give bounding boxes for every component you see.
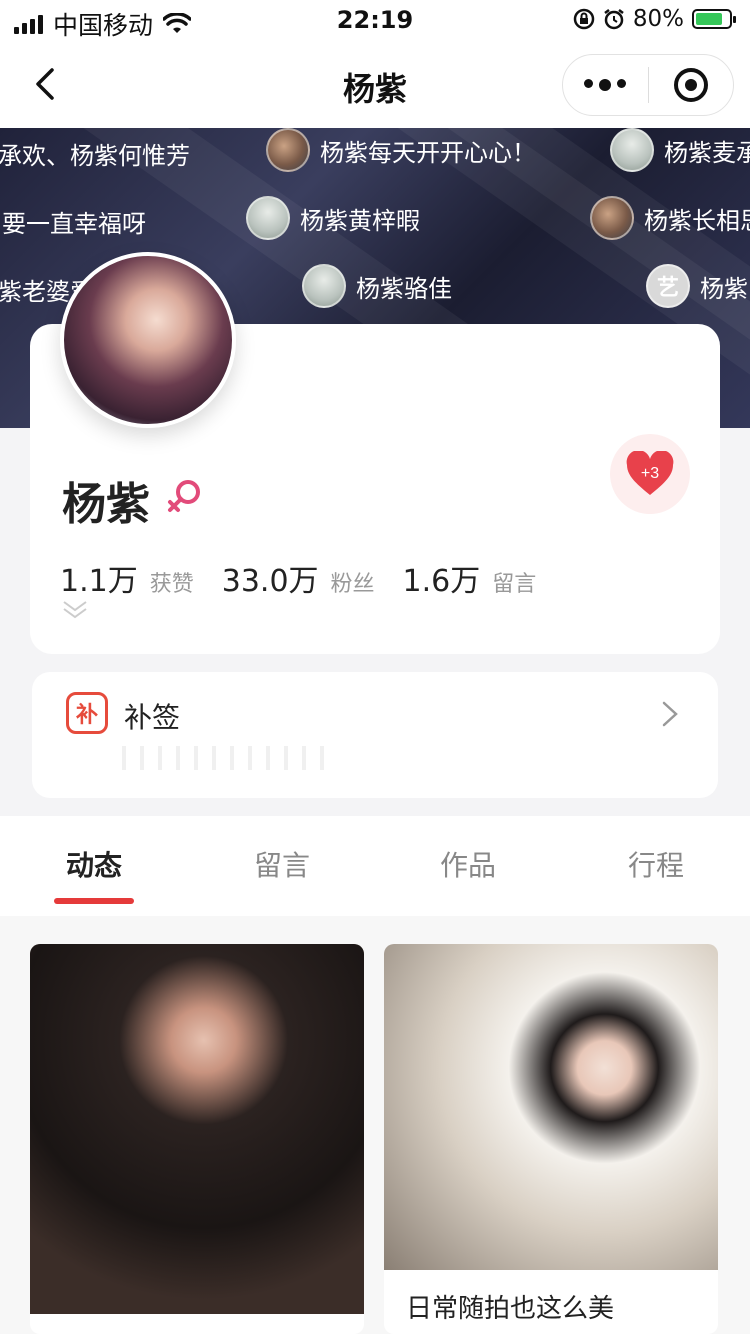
supplement-icon: 补 <box>66 692 108 734</box>
barrage-item: 杨紫长相思 <box>590 196 750 240</box>
profile-name: 杨紫 <box>62 479 150 530</box>
active-tab-indicator <box>54 898 134 904</box>
barrage-item: 杨紫麦承 <box>610 128 750 172</box>
stat-messages: 1.6万 留言 <box>402 564 537 599</box>
expand-chevron-icon[interactable] <box>62 600 88 620</box>
status-right: 80% <box>573 6 736 32</box>
female-gender-icon <box>168 480 200 512</box>
barrage-item: 杨紫每天开开心心！ <box>266 128 536 172</box>
more-options-icon[interactable] <box>563 79 648 91</box>
supplement-signin-card[interactable]: 补 补签 <box>32 672 718 798</box>
tab-messages[interactable]: 留言 <box>254 844 310 884</box>
battery-percent: 80% <box>632 6 684 32</box>
supplement-placeholder <box>122 746 324 770</box>
barrage-item: 杨紫黄梓暇 <box>246 196 420 240</box>
feed-grid: 日常随拍也这么美 <box>0 916 750 1334</box>
barrage-avatar <box>302 264 346 308</box>
mini-program-capsule <box>562 54 734 116</box>
status-bar: 中国移动 22:19 80% <box>0 0 750 42</box>
supplement-label: 补签 <box>124 701 181 734</box>
support-heart-button[interactable]: +3 <box>610 434 690 514</box>
post-card[interactable] <box>30 944 364 1334</box>
barrage-item: 承欢、杨紫何惟芳 <box>0 142 190 170</box>
rotation-lock-icon <box>573 8 595 30</box>
nav-bar: 杨紫 <box>0 42 750 128</box>
profile-avatar[interactable] <box>60 252 236 428</box>
barrage-avatar <box>266 128 310 172</box>
barrage-avatar <box>246 196 290 240</box>
tab-bar: 动态 留言 作品 行程 <box>0 816 750 916</box>
profile-stats: 1.1万 获赞 33.0万 粉丝 1.6万 留言 <box>60 556 536 600</box>
tab-dynamics[interactable]: 动态 <box>66 844 122 884</box>
post-card[interactable]: 日常随拍也这么美 <box>384 944 718 1334</box>
close-mini-program-button[interactable] <box>649 68 734 102</box>
post-image <box>30 944 364 1314</box>
barrage-avatar <box>590 196 634 240</box>
battery-icon <box>692 9 736 29</box>
chevron-right-icon <box>662 701 678 727</box>
stat-likes: 1.1万 获赞 <box>60 564 194 599</box>
barrage-avatar: 艺 <box>646 264 690 308</box>
barrage-item: 杨紫骆佳 <box>302 264 452 308</box>
target-icon <box>673 68 708 102</box>
post-image <box>384 944 718 1270</box>
alarm-icon <box>604 9 624 30</box>
heart-icon: +3 <box>626 451 674 495</box>
barrage-item: 要一直幸福呀 <box>2 210 146 238</box>
stat-fans: 33.0万 粉丝 <box>221 564 375 599</box>
tab-works[interactable]: 作品 <box>440 844 496 884</box>
tab-schedule[interactable]: 行程 <box>628 844 684 884</box>
barrage-avatar <box>610 128 654 172</box>
barrage-item: 艺 杨紫 <box>646 264 748 308</box>
heart-badge-count: +3 <box>641 465 659 482</box>
post-caption: 日常随拍也这么美 <box>406 1294 615 1324</box>
